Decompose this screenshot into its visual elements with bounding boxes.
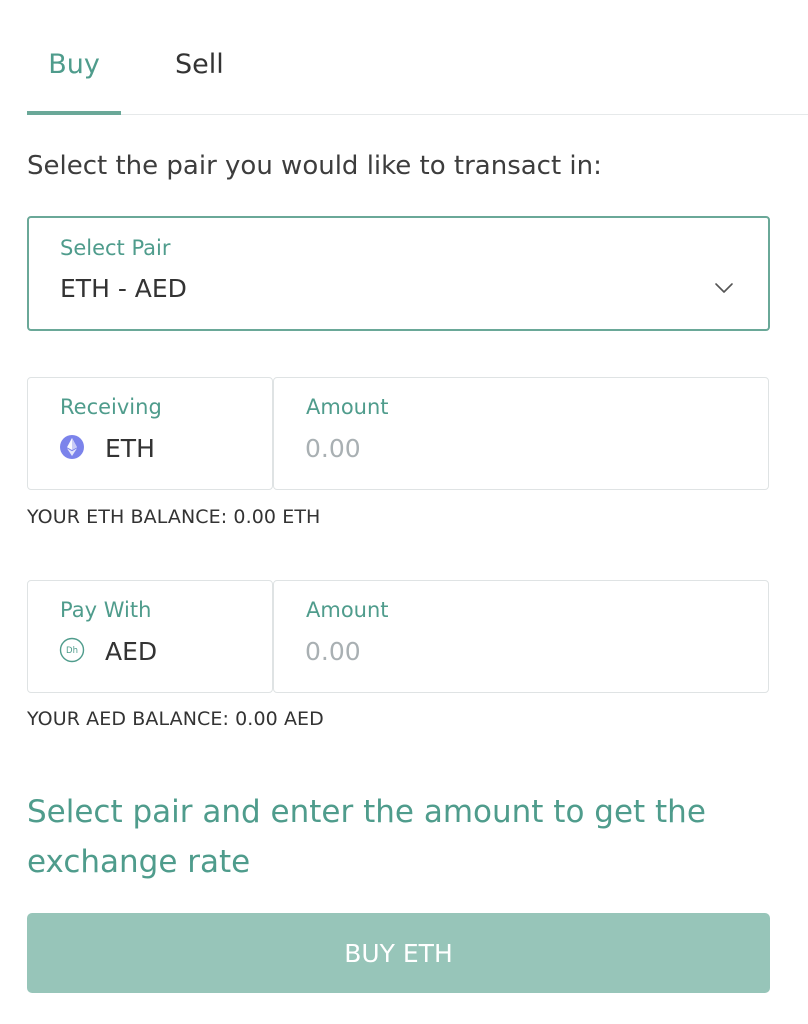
aed-balance: YOUR AED BALANCE: 0.00 AED [27, 708, 324, 730]
pair-prompt: Select the pair you would like to transa… [27, 151, 602, 181]
ethereum-icon [60, 435, 84, 459]
pay-with-label: Pay With [60, 598, 152, 622]
chevron-down-icon[interactable] [714, 282, 734, 294]
receiving-amount-input[interactable] [305, 430, 735, 466]
pay-with-row: Pay With Dh AED Amount [27, 580, 769, 693]
receiving-asset-cell[interactable]: Receiving ETH [27, 377, 273, 490]
exchange-rate-message: Select pair and enter the amount to get … [27, 794, 706, 880]
pay-with-amount-label: Amount [306, 598, 389, 622]
pair-select[interactable]: Select Pair ETH - AED [27, 216, 770, 331]
receiving-label: Receiving [60, 395, 162, 419]
active-tab-indicator [27, 111, 121, 115]
receiving-amount-cell: Amount [273, 377, 769, 490]
tab-sell[interactable]: Sell [175, 48, 224, 82]
eth-balance: YOUR ETH BALANCE: 0.00 ETH [27, 506, 321, 528]
pay-with-asset-code: AED [105, 637, 158, 666]
receiving-amount-label: Amount [306, 395, 389, 419]
dirham-icon: Dh [59, 637, 85, 663]
tab-bar: Buy Sell [27, 0, 808, 115]
pay-with-amount-input[interactable] [305, 633, 735, 669]
tab-buy[interactable]: Buy [27, 48, 121, 82]
receiving-row: Receiving ETH Amount [27, 377, 769, 490]
pair-select-label: Select Pair [60, 236, 171, 260]
pay-with-asset-cell[interactable]: Pay With Dh AED [27, 580, 273, 693]
pay-with-amount-cell: Amount [273, 580, 769, 693]
svg-text:Dh: Dh [66, 646, 78, 656]
pair-select-value: ETH - AED [60, 274, 187, 303]
receiving-asset-code: ETH [105, 434, 155, 463]
buy-eth-button[interactable]: BUY ETH [27, 913, 770, 993]
